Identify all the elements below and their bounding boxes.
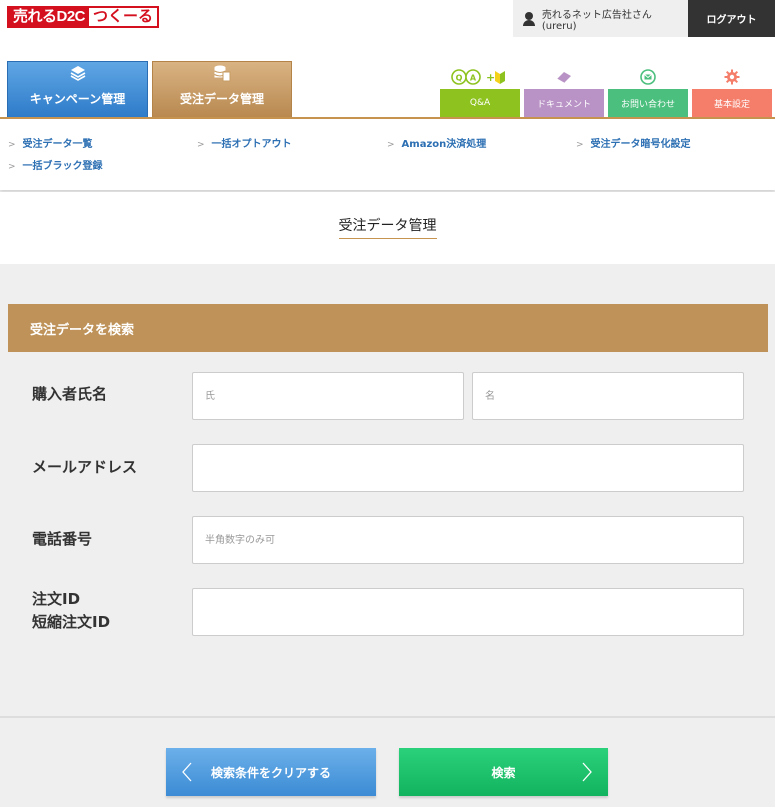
order-id-label: 注文ID [32,590,81,608]
top-bar: 売れるD2C つくーる 売れるネット広告社さん (ureru) ログアウト [0,0,775,37]
svg-text:+: + [486,71,495,84]
chevron-right-icon [582,762,592,782]
phone-input[interactable] [192,516,744,564]
search-button[interactable]: 検索 [399,748,608,796]
subnav-bulk-optout[interactable]: > 一括オプトアウト [197,135,292,150]
subnav-label: 受注データ一覧 [22,139,93,150]
buyer-name-label: 購入者氏名 [32,385,108,403]
gear-icon[interactable] [692,68,772,86]
eraser-icon[interactable] [524,68,604,86]
app-logo[interactable]: 売れるD2C つくーる [7,6,160,28]
tab-order-data-management[interactable]: 受注データ管理 [152,61,292,118]
subnav-label: 受注データ暗号化設定 [590,139,691,150]
logo-text-secondary: つくーる [89,8,158,26]
chevron-left-icon [182,762,192,782]
chevron-right-icon: > [8,140,16,150]
button-label: 検索 [491,765,516,780]
section-divider [0,716,775,718]
tab-label: 受注データ管理 [179,92,264,106]
chevron-right-icon: > [387,140,395,150]
subnav-amazon-payment[interactable]: > Amazon決済処理 [387,135,486,150]
logout-button[interactable]: ログアウト [688,0,775,37]
email-input[interactable] [192,444,744,492]
tab-qa[interactable]: Q&A [440,89,520,117]
first-name-input[interactable] [472,372,744,420]
subnav-label: 一括ブラック登録 [22,161,103,172]
logo-text-primary: 売れるD2C [9,8,90,26]
clear-conditions-button[interactable]: 検索条件をクリアする [166,748,376,796]
tab-basic-settings[interactable]: 基本設定 [692,89,772,117]
user-account[interactable]: 売れるネット広告社さん (ureru) [513,0,688,37]
mail-icon[interactable] [608,68,688,86]
email-label: メールアドレス [32,458,138,476]
subnav-encryption-settings[interactable]: > 受注データ暗号化設定 [576,135,691,150]
chevron-right-icon: > [8,162,16,172]
subnav-label: 一括オプトアウト [211,139,292,150]
qa-beginner-icon[interactable]: Q A + [440,68,520,86]
order-id-input[interactable] [192,588,744,636]
tab-contact[interactable]: お問い合わせ [608,89,688,117]
user-label: 売れるネット広告社さん (ureru) [541,9,652,32]
search-panel-heading: 受注データを検索 [8,304,768,352]
chevron-right-icon: > [576,140,584,150]
page-title: 受注データ管理 [0,215,775,239]
database-document-icon [214,65,231,82]
last-name-input[interactable] [192,372,464,420]
svg-text:A: A [470,74,477,83]
button-label: 検索条件をクリアする [210,765,331,780]
tab-documents[interactable]: ドキュメント [524,89,604,117]
short-order-id-label: 短縮注文ID [32,613,111,631]
layers-icon [70,66,85,81]
subnav-order-list[interactable]: > 受注データ一覧 [8,135,93,150]
phone-label: 電話番号 [32,530,93,548]
tab-campaign-management[interactable]: キャンペーン管理 [7,61,148,118]
subnav-bulk-blacklist[interactable]: > 一括ブラック登録 [8,157,103,172]
chevron-right-icon: > [197,140,205,150]
tab-label: キャンペーン管理 [29,92,126,106]
sub-nav [0,119,775,190]
user-icon [522,11,536,26]
subnav-label: Amazon決済処理 [401,139,487,150]
svg-text:Q: Q [456,74,463,83]
